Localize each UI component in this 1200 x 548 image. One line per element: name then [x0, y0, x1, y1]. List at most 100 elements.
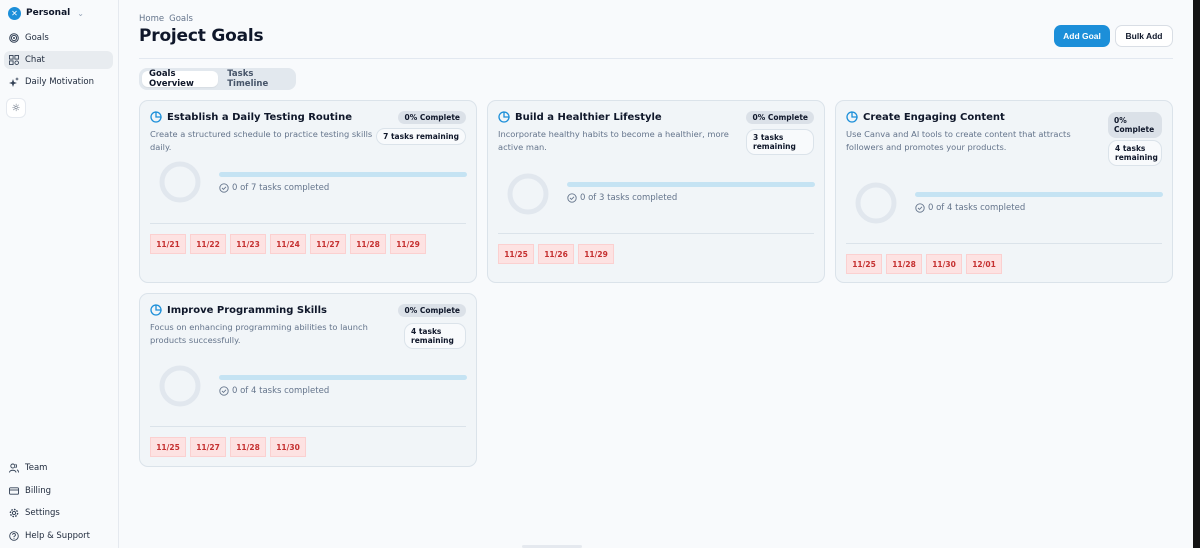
workspace-switcher[interactable]: ✕ Personal ⌄ [8, 6, 84, 20]
header-divider [139, 58, 1173, 59]
goal-description: Focus on enhancing programming abilities… [150, 322, 368, 345]
task-date-chip[interactable]: 11/29 [390, 234, 426, 254]
task-date-chip[interactable]: 11/25 [150, 437, 186, 457]
breadcrumb-home[interactable]: Home [139, 14, 164, 24]
goal-card-header: Establish a Daily Testing Routine [150, 111, 352, 123]
tasks-remaining-badge: 3 tasks remaining [746, 129, 814, 155]
progress-ring [507, 173, 549, 215]
tasks-remaining-badge: 7 tasks remaining [376, 128, 466, 145]
check-circle-icon [915, 203, 925, 213]
task-date-chip[interactable]: 11/24 [270, 234, 306, 254]
sidebar: ✕ Personal ⌄ Goals Chat Daily Motivation… [0, 0, 119, 548]
sidebar-item-billing[interactable]: Billing [4, 482, 113, 500]
sidebar-item-label: Billing [25, 486, 52, 496]
percent-complete-badge: 0% Complete [1108, 112, 1162, 138]
goal-description: Create a structured schedule to practice… [150, 129, 373, 152]
sidebar-item-team[interactable]: Team [4, 459, 113, 477]
goal-card[interactable]: Improve Programming Skills Focus on enha… [139, 293, 477, 467]
credit-card-icon [9, 486, 19, 496]
sparkles-icon [9, 77, 19, 87]
task-date-chip[interactable]: 11/30 [270, 437, 306, 457]
sidebar-item-chat[interactable]: Chat [4, 51, 113, 69]
breadcrumb: Home Goals [139, 14, 193, 24]
goal-card-header: Build a Healthier Lifestyle [498, 111, 662, 123]
sidebar-item-daily-motivation[interactable]: Daily Motivation [4, 73, 113, 91]
goal-card[interactable]: Establish a Daily Testing Routine Create… [139, 100, 477, 283]
task-dates: 11/21 11/22 11/23 11/24 11/27 11/28 11/2… [150, 234, 426, 254]
task-dates: 11/25 11/26 11/29 [498, 244, 614, 264]
goal-title: Create Engaging Content [863, 111, 1005, 123]
bulk-add-button[interactable]: Bulk Add [1115, 25, 1173, 47]
page-title: Project Goals [139, 26, 264, 46]
sidebar-item-label: Daily Motivation [25, 77, 94, 87]
goal-card-header: Create Engaging Content [846, 111, 1005, 123]
card-divider [846, 243, 1162, 244]
task-date-chip[interactable]: 11/25 [498, 244, 534, 264]
grid-icon [9, 55, 19, 65]
task-dates: 11/25 11/27 11/28 11/30 [150, 437, 306, 457]
progress-bar [915, 192, 1163, 197]
pie-chart-icon [846, 111, 858, 123]
gear-icon [9, 508, 19, 518]
sidebar-item-goals[interactable]: Goals [4, 29, 113, 47]
check-circle-icon [567, 193, 577, 203]
goal-description: Incorporate healthy habits to become a h… [498, 129, 729, 152]
progress-ring [855, 182, 897, 224]
task-date-chip[interactable]: 11/26 [538, 244, 574, 264]
tab-goals-overview[interactable]: Goals Overview [142, 69, 219, 89]
sidebar-item-help-support[interactable]: Help & Support [4, 527, 113, 545]
progress-bar [219, 375, 467, 380]
tasks-completed-label: 0 of 4 tasks completed [232, 386, 330, 396]
task-date-chip[interactable]: 12/01 [966, 254, 1002, 274]
goal-title: Improve Programming Skills [167, 304, 327, 316]
pie-chart-icon [150, 304, 162, 316]
goal-card[interactable]: Build a Healthier Lifestyle Incorporate … [487, 100, 825, 283]
progress-ring [159, 161, 201, 203]
task-date-chip[interactable]: 11/29 [578, 244, 614, 264]
sun-icon: ☼ [11, 102, 21, 114]
workspace-name: Personal [26, 8, 71, 18]
check-circle-icon [219, 386, 229, 396]
tasks-completed: 0 of 3 tasks completed [567, 193, 677, 203]
progress-bar [219, 172, 467, 177]
task-date-chip[interactable]: 11/25 [846, 254, 882, 274]
tasks-completed-label: 0 of 7 tasks completed [232, 183, 330, 193]
task-date-chip[interactable]: 11/27 [310, 234, 346, 254]
window-edge [1193, 0, 1200, 548]
tasks-remaining-badge: 4 tasks remaining [404, 323, 466, 349]
sidebar-item-settings[interactable]: Settings [4, 504, 113, 522]
goal-card-header: Improve Programming Skills [150, 304, 327, 316]
task-date-chip[interactable]: 11/21 [150, 234, 186, 254]
card-divider [498, 233, 814, 234]
add-goal-button[interactable]: Add Goal [1054, 25, 1110, 47]
target-icon [9, 33, 19, 43]
breadcrumb-goals[interactable]: Goals [169, 14, 193, 24]
tab-tasks-timeline[interactable]: Tasks Timeline [220, 69, 293, 89]
tasks-remaining-badge: 4 tasks remaining [1108, 140, 1162, 166]
task-date-chip[interactable]: 11/30 [926, 254, 962, 274]
goal-description: Use Canva and AI tools to create content… [846, 129, 1071, 152]
progress-ring [159, 365, 201, 407]
task-date-chip[interactable]: 11/28 [886, 254, 922, 274]
task-date-chip[interactable]: 11/28 [350, 234, 386, 254]
tasks-completed: 0 of 4 tasks completed [219, 386, 329, 396]
percent-complete-badge: 0% Complete [746, 111, 814, 124]
goal-title: Establish a Daily Testing Routine [167, 111, 353, 123]
card-divider [150, 426, 466, 427]
task-dates: 11/25 11/28 11/30 12/01 [846, 254, 1002, 274]
main-content: Home Goals Project Goals Add Goal Bulk A… [139, 0, 1173, 548]
theme-toggle-button[interactable]: ☼ [6, 98, 26, 118]
percent-complete-badge: 0% Complete [398, 304, 466, 317]
view-tabs: Goals Overview Tasks Timeline [139, 68, 296, 90]
task-date-chip[interactable]: 11/22 [190, 234, 226, 254]
sidebar-item-label: Team [25, 463, 48, 473]
tasks-completed: 0 of 7 tasks completed [219, 183, 329, 193]
percent-complete-badge: 0% Complete [398, 111, 466, 124]
goal-card[interactable]: Create Engaging Content Use Canva and AI… [835, 100, 1173, 283]
chevron-down-icon: ⌄ [77, 8, 84, 18]
task-date-chip[interactable]: 11/27 [190, 437, 226, 457]
task-date-chip[interactable]: 11/28 [230, 437, 266, 457]
sidebar-item-label: Goals [25, 33, 49, 43]
pie-chart-icon [498, 111, 510, 123]
task-date-chip[interactable]: 11/23 [230, 234, 266, 254]
